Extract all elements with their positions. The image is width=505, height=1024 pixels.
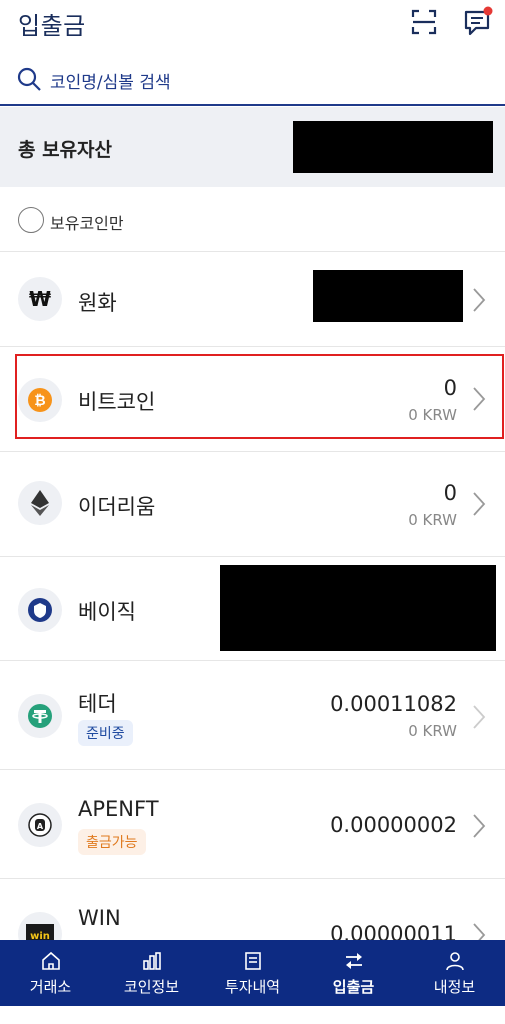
coin-name: 베이직 xyxy=(78,600,136,624)
redacted-total-value xyxy=(293,121,493,173)
chevron-right-icon xyxy=(473,387,486,411)
transfer-icon xyxy=(345,953,362,969)
coin-krw-value: 0 KRW xyxy=(408,406,457,424)
coin-name: WIN xyxy=(78,906,121,930)
coin-row-ethereum[interactable]: 이더리움 0 0 KRW xyxy=(0,453,505,557)
coin-row-krw[interactable]: ₩ 원화 xyxy=(0,253,505,347)
coin-krw-value: 0 KRW xyxy=(408,511,457,529)
basic-icon xyxy=(18,588,62,632)
owned-coins-label: 보유코인만 xyxy=(50,214,124,233)
win-icon: win xyxy=(18,912,62,940)
total-assets-bar: 총 보유자산 xyxy=(0,107,505,187)
redacted-basic-balance xyxy=(220,565,496,651)
nav-label: 입출금 xyxy=(332,978,375,996)
home-icon xyxy=(41,951,60,970)
coin-name: 원화 xyxy=(78,291,117,315)
total-assets-label: 총 보유자산 xyxy=(18,139,113,161)
coin-amount: 0.00011082 xyxy=(330,692,457,716)
owned-coins-filter[interactable]: 보유코인만 xyxy=(0,188,505,252)
coin-row-apenft[interactable]: A APENFT 출금가능 0.00000002 xyxy=(0,771,505,879)
svg-text:win: win xyxy=(30,931,50,940)
coin-row-tether[interactable]: 테더 준비중 0.00011082 0 KRW xyxy=(0,662,505,770)
coin-row-bitcoin[interactable]: ₿ 비트코인 0 0 KRW xyxy=(0,348,505,452)
search-icon xyxy=(17,67,41,91)
search-placeholder: 코인명/심볼 검색 xyxy=(50,73,171,93)
nav-deposit-withdraw[interactable]: 입출금 xyxy=(303,940,404,1006)
nav-exchange[interactable]: 거래소 xyxy=(0,940,101,1006)
document-icon xyxy=(244,952,261,970)
chevron-right-icon xyxy=(473,492,486,516)
won-icon: ₩ xyxy=(18,277,62,321)
page-title: 입출금 xyxy=(18,12,86,40)
coin-amount: 0 xyxy=(443,376,457,400)
bottom-navigation: 거래소 코인정보 투자내역 입출금 내정보 xyxy=(0,940,505,1006)
coin-row-basic[interactable]: 베이직 xyxy=(0,558,505,661)
coin-name: 이더리움 xyxy=(78,495,156,519)
coin-amount: 0.00000011 xyxy=(330,922,457,940)
svg-text:A: A xyxy=(37,822,44,831)
chevron-right-icon xyxy=(473,288,486,312)
coin-amount: 0 xyxy=(443,481,457,505)
coin-name: 테더 xyxy=(78,692,117,716)
nav-label: 투자내역 xyxy=(224,978,281,996)
nav-my-info[interactable]: 내정보 xyxy=(404,940,505,1006)
chevron-right-icon xyxy=(473,814,486,838)
search-bar[interactable]: 코인명/심볼 검색 xyxy=(0,52,505,106)
nav-label: 코인정보 xyxy=(123,978,180,996)
status-badge: 준비중 xyxy=(78,720,133,746)
coin-amount: 0.00000002 xyxy=(330,813,457,837)
coin-name: APENFT xyxy=(78,797,159,821)
bottom-safe-area xyxy=(0,1006,505,1024)
coin-row-win[interactable]: win WIN 0.00000011 xyxy=(0,880,505,940)
redacted-krw-balance xyxy=(313,270,463,322)
owned-coins-radio[interactable] xyxy=(18,207,44,233)
nav-investment-history[interactable]: 투자내역 xyxy=(202,940,303,1006)
chevron-right-icon xyxy=(473,705,486,729)
svg-text:₿: ₿ xyxy=(34,393,45,409)
nav-label: 내정보 xyxy=(433,978,476,996)
app-header: 입출금 xyxy=(0,0,505,50)
tether-icon xyxy=(18,694,62,738)
chevron-right-icon xyxy=(473,923,486,940)
bar-chart-icon xyxy=(142,952,161,970)
bitcoin-icon: ₿ xyxy=(18,378,62,422)
apenft-icon: A xyxy=(18,803,62,847)
coin-name: 비트코인 xyxy=(78,390,156,414)
status-badge: 출금가능 xyxy=(78,829,146,855)
ethereum-icon xyxy=(18,481,62,525)
user-icon xyxy=(445,952,464,971)
nav-coin-info[interactable]: 코인정보 xyxy=(101,940,202,1006)
chat-notification-icon[interactable] xyxy=(462,6,494,38)
scan-frame-icon[interactable] xyxy=(410,8,438,36)
nav-label: 거래소 xyxy=(29,978,72,996)
coin-krw-value: 0 KRW xyxy=(408,722,457,740)
